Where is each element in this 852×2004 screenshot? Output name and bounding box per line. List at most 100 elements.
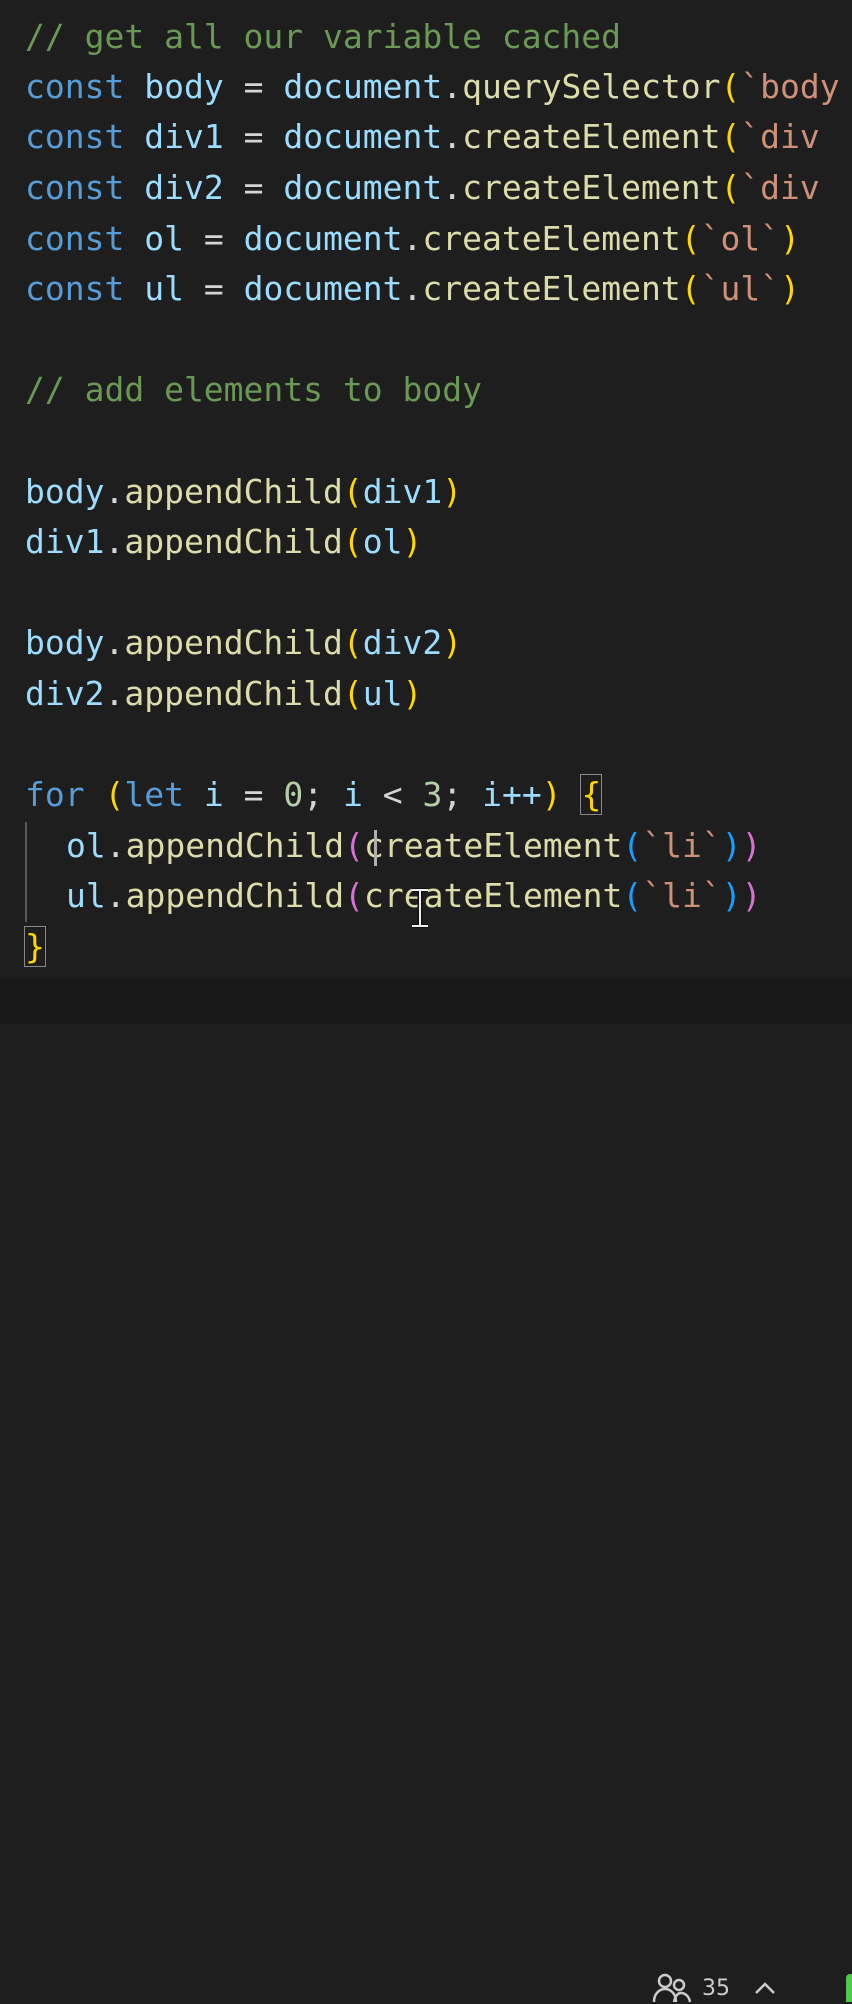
dot: . xyxy=(104,522,125,561)
function-name: createElement xyxy=(462,168,721,207)
semicolon: ; xyxy=(303,775,324,814)
code-line-append-3[interactable]: body.appendChild(div2) xyxy=(25,618,462,668)
paren: ( xyxy=(622,876,643,915)
string: `div xyxy=(740,168,820,207)
dot: . xyxy=(105,876,126,915)
code-line-const-ul[interactable]: const ul = document.createElement(`ul`) xyxy=(25,264,800,314)
variable: body xyxy=(144,67,224,106)
close-brace: } xyxy=(24,926,46,967)
function-name: createElement xyxy=(364,876,623,915)
text-cursor xyxy=(374,830,377,866)
argument: div1 xyxy=(362,472,443,511)
variable: ul xyxy=(144,269,184,308)
paren: ( xyxy=(104,775,125,814)
code-line-close-brace[interactable]: } xyxy=(24,922,46,972)
operator: = xyxy=(243,117,264,156)
code-line-append-2[interactable]: div1.appendChild(ol) xyxy=(25,517,422,567)
paren: ) xyxy=(780,269,800,308)
variable: i xyxy=(203,775,224,814)
dot: . xyxy=(402,219,423,258)
code-line-append-4[interactable]: div2.appendChild(ul) xyxy=(25,669,422,719)
semicolon: ; xyxy=(442,775,463,814)
variable: ol xyxy=(144,219,184,258)
operator: = xyxy=(243,775,264,814)
dot: . xyxy=(104,623,125,662)
number: 0 xyxy=(283,775,304,814)
paren: ( xyxy=(342,623,363,662)
string: `body xyxy=(740,67,840,106)
variable: i xyxy=(342,775,363,814)
code-line-const-div2[interactable]: const div2 = document.createElement(`div xyxy=(25,163,820,213)
function-name: appendChild xyxy=(125,826,345,865)
indent-guide xyxy=(25,822,27,922)
code-line-comment-2[interactable]: // add elements to body xyxy=(25,365,482,415)
dot: . xyxy=(402,269,423,308)
comment-text: // get all our variable cached xyxy=(25,17,622,56)
status-bar: 35 xyxy=(0,978,852,2003)
code-line-for-body-1[interactable]: ol.appendChild(createElement(`li`)) xyxy=(66,821,761,871)
code-line-const-ol[interactable]: const ol = document.createElement(`ol`) xyxy=(25,214,800,264)
function-name: createElement xyxy=(422,269,681,308)
keyword: const xyxy=(25,269,125,308)
ibeam-cursor-icon xyxy=(412,888,428,928)
function-name: appendChild xyxy=(124,472,343,511)
dot: . xyxy=(104,674,125,713)
code-line-const-body[interactable]: const body = document.querySelector(`bod… xyxy=(25,62,840,112)
people-icon[interactable] xyxy=(652,1972,692,2004)
string: `div xyxy=(740,117,820,156)
operator: = xyxy=(243,168,264,207)
object: body xyxy=(25,623,105,662)
paren: ( xyxy=(344,876,365,915)
paren: ( xyxy=(344,826,365,865)
comment-text: // add elements to body xyxy=(25,370,482,409)
dot: . xyxy=(105,826,126,865)
keyword: const xyxy=(25,117,125,156)
object: document xyxy=(243,269,403,308)
dot: . xyxy=(442,117,463,156)
collaborators-count[interactable]: 35 xyxy=(702,1976,730,2001)
object: document xyxy=(243,219,403,258)
code-line-const-div1[interactable]: const div1 = document.createElement(`div xyxy=(25,112,820,162)
code-editor[interactable]: // get all our variable cached const bod… xyxy=(0,0,852,978)
function-name: appendChild xyxy=(124,674,343,713)
string: `li` xyxy=(642,876,722,915)
operator: = xyxy=(203,269,224,308)
object: ul xyxy=(66,876,106,915)
dot: . xyxy=(442,67,463,106)
function-name: appendChild xyxy=(124,623,343,662)
object: ol xyxy=(66,826,106,865)
keyword: let xyxy=(124,775,184,814)
function-name: createElement xyxy=(364,826,623,865)
code-line-for[interactable]: for (let i = 0; i < 3; i++) { xyxy=(25,770,603,820)
paren: ( xyxy=(720,117,741,156)
object: document xyxy=(283,168,443,207)
paren: ) xyxy=(721,876,742,915)
argument: ol xyxy=(362,522,403,561)
keyword: const xyxy=(25,219,125,258)
paren: ) xyxy=(442,623,463,662)
code-line-append-1[interactable]: body.appendChild(div1) xyxy=(25,467,462,517)
chevron-up-icon[interactable] xyxy=(752,1978,778,1998)
keyword: for xyxy=(25,775,85,814)
paren: ) xyxy=(741,826,762,865)
function-name: appendChild xyxy=(124,522,343,561)
paren: ( xyxy=(342,472,363,511)
paren: ) xyxy=(741,876,762,915)
object: div1 xyxy=(25,522,105,561)
operator: = xyxy=(203,219,224,258)
paren: ( xyxy=(622,826,643,865)
keyword: const xyxy=(25,168,125,207)
paren: ( xyxy=(680,219,701,258)
function-name: createElement xyxy=(422,219,681,258)
string: `ul` xyxy=(700,269,781,308)
string: `ol` xyxy=(700,219,781,258)
object: document xyxy=(283,117,443,156)
code-line-comment-1[interactable]: // get all our variable cached xyxy=(25,12,621,62)
paren: ( xyxy=(342,674,363,713)
operator: < xyxy=(382,775,403,814)
function-name: createElement xyxy=(462,117,721,156)
string: `li` xyxy=(642,826,722,865)
object: div2 xyxy=(25,674,105,713)
dot: . xyxy=(442,168,463,207)
object: body xyxy=(25,472,105,511)
